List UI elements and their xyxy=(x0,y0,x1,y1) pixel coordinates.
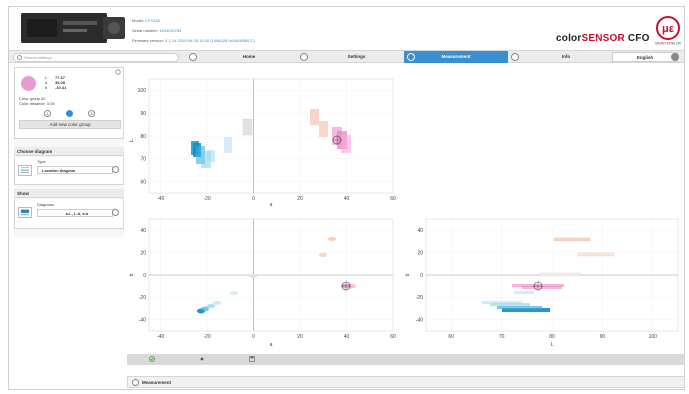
b-value: -10.41 xyxy=(55,85,67,90)
y-axis-label: b xyxy=(129,273,135,276)
choose-diagram-title: Choose diagram xyxy=(14,147,124,156)
check-icon[interactable] xyxy=(149,356,155,362)
show-title: Show xyxy=(14,189,124,198)
x-tick-label: 40 xyxy=(344,334,350,340)
record-icon[interactable] xyxy=(199,356,205,362)
micro-epsilon-logo: με MICRO-EPSILON xyxy=(655,16,681,46)
x-tick-label: 0 xyxy=(252,196,255,202)
y-tick-label: 40 xyxy=(140,228,146,234)
x-tick-label: 20 xyxy=(297,196,303,202)
tab-settings[interactable]: Settings xyxy=(309,51,404,63)
x-tick-label: 80 xyxy=(549,334,555,340)
diagram-type-panel: Type Location diagram xyxy=(14,157,124,185)
app-window: Model: CFO100 Serial number: 1404230784 … xyxy=(8,6,685,390)
measurement-icon xyxy=(132,379,139,386)
svg-text:MICRO-EPSILON: MICRO-EPSILON xyxy=(655,42,681,46)
x-axis-label: L xyxy=(551,342,554,348)
plot-l-b[interactable]: 60 70 80 90 100 -40 -20 0 20 40 L b xyxy=(402,213,684,351)
color-swatch xyxy=(21,76,36,91)
diagrams-select[interactable]: a-L, L-b, a-b xyxy=(37,209,113,217)
y-tick-label: 20 xyxy=(140,250,146,256)
sidebar: L 77.37 a 36.08 b -10.41 Color group #2 Col… xyxy=(14,67,124,237)
y-tick-label: -20 xyxy=(416,295,423,301)
tab-info[interactable]: Info xyxy=(521,51,611,63)
location-diagram-icon xyxy=(18,165,32,176)
y-tick-label: 80 xyxy=(140,134,146,140)
data-cluster-gray xyxy=(539,272,581,277)
svg-text:με: με xyxy=(662,23,675,35)
y-tick-label: 0 xyxy=(420,273,423,279)
info-icon xyxy=(511,53,519,61)
home-icon xyxy=(189,53,197,61)
pager-prev[interactable]: 1 xyxy=(44,110,51,117)
y-axis-label: L xyxy=(129,139,135,142)
type-label: Type xyxy=(37,159,46,164)
x-axis-label: a xyxy=(270,342,273,348)
x-tick-label: 0 xyxy=(252,334,255,340)
color-group-info: Color group #2 Color distance: 3.05 xyxy=(19,96,55,106)
pager-current[interactable] xyxy=(66,110,73,117)
search-icon xyxy=(17,55,22,60)
y-axis-label: b xyxy=(405,273,411,276)
plot-a-l[interactable]: -40 -20 0 20 40 60 60 70 80 90 100 a L xyxy=(127,71,399,211)
serial-value: 1404230784 xyxy=(159,28,182,33)
x-tick-label: -20 xyxy=(203,334,210,340)
language-select[interactable]: English xyxy=(612,52,678,62)
x-tick-label: 20 xyxy=(297,334,303,340)
x-tick-label: 60 xyxy=(390,334,396,340)
data-cluster-gray xyxy=(248,274,258,278)
chevron-down-icon[interactable] xyxy=(112,209,119,216)
y-tick-label: 0 xyxy=(143,273,146,279)
save-icon[interactable] xyxy=(249,356,255,362)
x-tick-label: 60 xyxy=(390,196,396,202)
product-name: colorSENSOR CFO xyxy=(556,33,650,44)
navbar: Search settings Home Settings Measuremen… xyxy=(9,50,684,63)
search-input[interactable]: Search settings xyxy=(13,53,179,62)
chevron-down-icon[interactable] xyxy=(112,166,119,173)
y-tick-label: 40 xyxy=(417,228,423,234)
y-tick-label: -20 xyxy=(139,295,146,301)
measurement-status-bar[interactable]: Measurement xyxy=(127,376,685,388)
y-tick-label: -40 xyxy=(416,318,423,324)
x-tick-label: -40 xyxy=(157,334,164,340)
model-value: CFO100 xyxy=(145,18,161,23)
y-tick-label: 20 xyxy=(417,250,423,256)
tab-measurement[interactable]: Measurement xyxy=(404,51,508,63)
color-distance-label: Color distance: 3.05 xyxy=(19,101,55,106)
x-tick-label: 60 xyxy=(448,334,454,340)
data-cluster-gray xyxy=(242,118,253,136)
color-group-panel: L 77.37 a 36.08 b -10.41 Color group #2 Col… xyxy=(14,67,124,139)
y-tick-label: 70 xyxy=(140,157,146,163)
y-tick-label: -40 xyxy=(139,318,146,324)
y-tick-label: 60 xyxy=(140,179,146,185)
header: Model: CFO100 Serial number: 1404230784 … xyxy=(9,7,684,49)
refresh-icon[interactable] xyxy=(115,69,121,75)
diagram-type-select[interactable]: Location diagram xyxy=(37,166,113,174)
y-tick-label: 100 xyxy=(138,88,147,94)
y-tick-label: 90 xyxy=(140,111,146,117)
x-tick-label: -40 xyxy=(157,196,164,202)
sensor-device-image xyxy=(21,13,125,43)
plot-toolbar xyxy=(127,354,685,365)
x-tick-label: -20 xyxy=(203,196,210,202)
plot-a-b[interactable]: -40 -20 0 20 40 60 -40 -20 0 20 40 a b xyxy=(127,213,399,351)
tab-home[interactable]: Home xyxy=(199,51,299,63)
diagrams-icon xyxy=(18,207,32,218)
firmware-value: V 1.14 2019-06-28 15:30 (1058428 0x00AAB… xyxy=(164,38,255,43)
pager-next[interactable]: 3 xyxy=(88,110,95,117)
measurement-icon xyxy=(407,53,415,61)
x-tick-label: 40 xyxy=(344,196,350,202)
show-panel: Diagrams a-L, L-b, a-b xyxy=(14,199,124,229)
diagrams-label: Diagrams xyxy=(37,202,55,207)
x-tick-label: 100 xyxy=(649,334,658,340)
chevron-down-icon[interactable] xyxy=(671,53,679,61)
x-tick-label: 70 xyxy=(499,334,505,340)
x-tick-label: 90 xyxy=(600,334,606,340)
add-color-group-button[interactable]: Add new color group xyxy=(19,120,121,129)
gear-icon xyxy=(300,53,308,61)
device-info: Model: CFO100 Serial number: 1404230784 … xyxy=(132,18,255,43)
x-axis-label: a xyxy=(270,202,273,208)
lab-values: L 77.37 a 36.08 b -10.41 xyxy=(45,75,67,90)
